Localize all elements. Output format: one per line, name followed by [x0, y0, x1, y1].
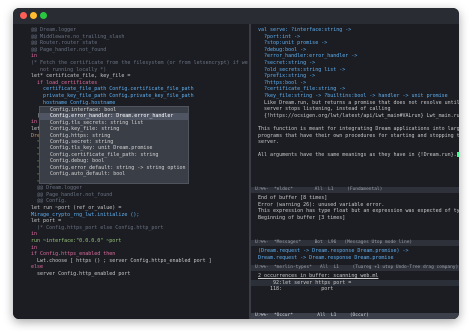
doc-line: ?secret:string -> [258, 59, 316, 66]
code-line: private_key_file_path Config.private_key… [25, 92, 194, 99]
editor-right-pane[interactable]: val serve: ?interface:string -> ?port:in… [251, 24, 459, 319]
code-line: if load_certificates [25, 79, 98, 86]
code-line: certificate_file_path Config.certificate… [25, 86, 194, 93]
doc-line: server. [258, 139, 280, 146]
text-cursor [456, 152, 459, 158]
eldoc-buffer: val serve: ?interface:string -> ?port:in… [251, 24, 459, 159]
code-line: @@ Dream.logger [25, 27, 77, 33]
doc-line [251, 146, 459, 153]
occur-modeline[interactable]: U:%%- *Occur* All L1 (Occur) [251, 313, 459, 319]
doc-line: ?old_secrets:string list -> [258, 66, 346, 73]
code-line: Lwt.choose [ https () ; server Config.ht… [25, 257, 212, 264]
code-line: (* Config.https_port else Config.http_po… [25, 224, 164, 231]
message-line: Beginning of buffer [3 times] [258, 214, 346, 221]
code-line: (* Fetch the certificate from the filesy… [25, 59, 249, 66]
doc-line: All arguments have the same meanings as … [251, 152, 459, 159]
messages-buffer: End of buffer [8 times] Error (warning 2… [251, 195, 459, 221]
editor-left-pane[interactable]: @@ Dream.logger @@ Middleware.no_trailin… [13, 24, 249, 319]
close-window-icon[interactable] [20, 12, 27, 19]
doc-line: val serve: ?interface:string -> [258, 27, 352, 33]
type-line: (Dream.request -> Dream.response Dream.p… [258, 248, 409, 254]
completion-popup[interactable]: Config.interface: bool Config.error_hand… [39, 106, 189, 184]
message-line: Error (warning 26): unused variable erro… [258, 201, 385, 208]
code-line: in [25, 53, 38, 60]
code-line: @@ Router.router state [25, 40, 98, 47]
code-line: else [25, 264, 44, 271]
doc-line: ?port:int -> [258, 33, 301, 40]
doc-line: Like Dream.run, but returns a promise th… [258, 99, 459, 106]
occur-match[interactable]: 118: port [251, 286, 459, 293]
type-line: Dream.request -> Dream.response Dream.pr… [258, 254, 394, 261]
code-line: Mirage_crypto_rng_lwt.initialize (); [25, 211, 140, 218]
code-line: let* certificate_file, key_file = [25, 73, 131, 80]
doc-line [251, 119, 459, 126]
code-line: not running locally *) [25, 66, 107, 73]
doc-line: ?stop:unit promise -> [258, 40, 328, 47]
merlin-types-modeline[interactable]: U:%%- *merlin-types* All L1 (Tuareg +1 u… [251, 265, 459, 271]
doc-line: ?debug:bool -> [258, 46, 307, 53]
code-line: let run ~port (ref_or_value) = [25, 205, 122, 212]
code-line: @@ Middleware.no_trailing_slash [25, 33, 125, 40]
doc-line: This function is meant for integrating D… [258, 125, 459, 132]
code-line: @@ Dream.logger [25, 185, 83, 192]
code-line: @@ Page_handler.not_found [25, 46, 107, 53]
occur-buffer: 2 occurrences in buffer: scanning_web.ml… [251, 273, 459, 293]
completion-item[interactable]: Config.error_default: string -> string o… [40, 165, 188, 171]
doc-line: ?https:bool -> [258, 79, 307, 86]
message-line: End of buffer [8 times] [258, 195, 328, 201]
doc-line: ?key_file:string -> ?builtins:bool -> ha… [258, 92, 448, 99]
maximize-window-icon[interactable] [40, 12, 47, 19]
doc-line: ?certificate_file:string -> [258, 86, 346, 93]
eldoc-modeline[interactable]: U:%%- *eldoc* All L1 (Fundamental) [251, 187, 459, 193]
completion-item-selected[interactable]: Config.error_handler: Dream.error_handle… [40, 113, 188, 120]
code-line: server Config.http_enabled port [25, 270, 131, 277]
window-titlebar [13, 8, 459, 24]
terminal-window: @@ Dream.logger @@ Middleware.no_trailin… [13, 8, 459, 319]
occur-match-text: 118: port [258, 286, 334, 293]
doc-line: ?prefix:string -> [258, 73, 316, 80]
code-line: run ~interface:"0.0.0.0" ~port [25, 238, 122, 244]
code-line: in [25, 231, 38, 238]
occur-match[interactable]: 92:let server https port = [251, 279, 459, 287]
doc-line-text: All arguments have the same meanings as … [258, 152, 457, 159]
doc-line: {!https://ocsigen.org/lwt/latest/api/Lwt… [258, 112, 459, 119]
code-line: in [25, 244, 38, 251]
merlin-types-buffer: (Dream.request -> Dream.response Dream.p… [251, 248, 459, 261]
code-line: @@ Config. [25, 198, 68, 205]
code-line: if Config.https_enabled then [25, 251, 116, 258]
doc-line: programs that have their own procedures … [258, 132, 459, 139]
completion-item[interactable]: Config.auto_default: bool [40, 171, 188, 177]
message-line: This expression has type float but an ex… [258, 208, 459, 215]
occur-header: 2 occurrences in buffer: scanning_web.ml [258, 273, 379, 279]
code-line: let port = [25, 218, 62, 225]
doc-line: server stops listening, instead of calli… [258, 106, 391, 113]
minimize-window-icon[interactable] [30, 12, 37, 19]
doc-line: ?error_handler:error_handler -> [258, 53, 358, 60]
messages-modeline[interactable]: U:%%- *Messages* Bot L96 (Messages Utop … [251, 240, 459, 246]
code-line: @@ Page_handler.not_found [25, 191, 113, 198]
